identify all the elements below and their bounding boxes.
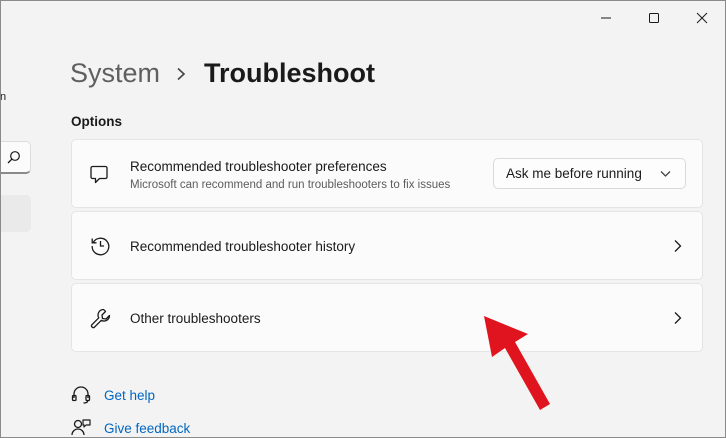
dropdown-value: Ask me before running: [506, 166, 642, 181]
close-icon: [696, 12, 708, 24]
other-troubleshooters-card[interactable]: Other troubleshooters: [71, 283, 703, 352]
minimize-icon: [601, 17, 611, 19]
troubleshooter-history-card[interactable]: Recommended troubleshooter history: [71, 211, 703, 280]
section-label-options: Options: [71, 114, 122, 129]
chevron-down-icon: [660, 171, 671, 177]
feedback-icon: [71, 418, 91, 438]
close-button[interactable]: [678, 0, 726, 36]
search-icon: [7, 151, 20, 164]
card-title: Other troubleshooters: [130, 311, 261, 326]
card-description: Microsoft can recommend and run troubles…: [130, 179, 451, 191]
chevron-right-icon: [176, 67, 186, 81]
get-help-row: Get help: [71, 385, 155, 405]
card-title: Recommended troubleshooter preferences: [130, 159, 387, 174]
chevron-right-icon: [674, 312, 682, 324]
chevron-right-icon: [674, 240, 682, 252]
card-title: Recommended troubleshooter history: [130, 239, 356, 254]
maximize-button[interactable]: [630, 0, 678, 36]
troubleshooter-preference-dropdown[interactable]: Ask me before running: [493, 158, 686, 189]
nav-search-box[interactable]: [0, 141, 31, 174]
maximize-icon: [649, 13, 659, 23]
breadcrumb-system[interactable]: System: [70, 58, 160, 89]
nav-user-name-fragment: n: [0, 91, 7, 103]
history-icon: [90, 235, 111, 261]
chat-bubble-icon: [90, 165, 108, 189]
troubleshooter-preferences-card: Recommended troubleshooter preferences M…: [71, 139, 703, 208]
page-title: Troubleshoot: [204, 58, 376, 88]
give-feedback-row: Give feedback: [71, 418, 190, 438]
breadcrumb: System Troubleshoot: [70, 58, 375, 89]
minimize-button[interactable]: [582, 0, 630, 36]
get-help-link[interactable]: Get help: [104, 388, 155, 403]
help-icon: [71, 385, 91, 405]
nav-selected-item[interactable]: [0, 195, 31, 232]
wrench-icon: [90, 308, 111, 334]
give-feedback-link[interactable]: Give feedback: [104, 421, 190, 436]
window-controls: [582, 0, 726, 36]
annotation-arrow-icon: [484, 316, 550, 410]
